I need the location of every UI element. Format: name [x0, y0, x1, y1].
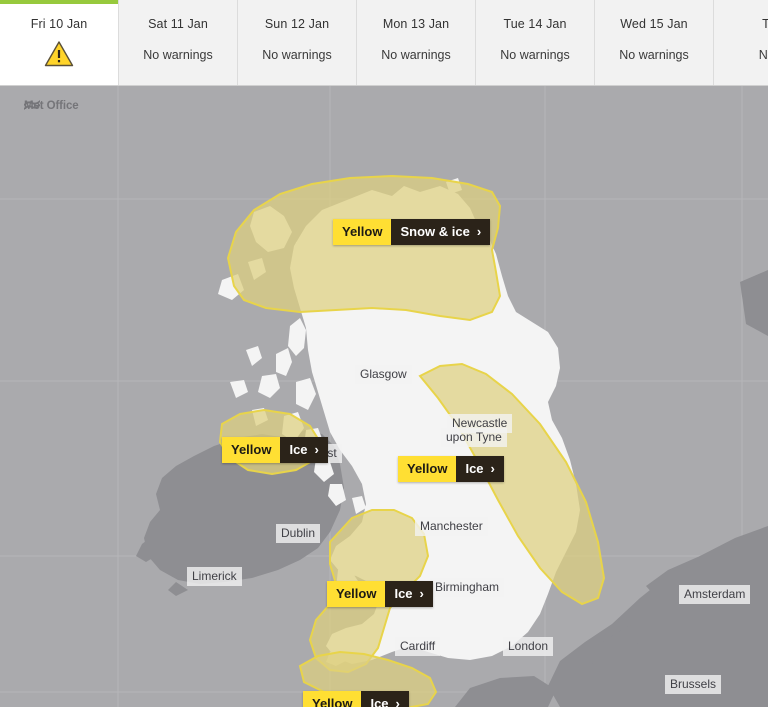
tab-day-2[interactable]: Sun 12 Jan No warnings	[238, 0, 357, 85]
warning-badge-ice-wales[interactable]: Yellow Ice ›	[327, 581, 433, 607]
tab-day-status: No warnings	[381, 48, 451, 62]
warning-badge-ice-northeast-england[interactable]: Yellow Ice ›	[398, 456, 504, 482]
chevron-right-icon: ›	[314, 442, 319, 457]
warning-type-label: Ice ›	[456, 456, 504, 482]
warning-badge-ice-southwest-england[interactable]: Yellow Ice ›	[303, 691, 409, 707]
tab-day-status: No warnings	[619, 48, 689, 62]
city-label-birmingham: Birmingham	[430, 578, 505, 597]
tab-day-status: No w	[758, 48, 768, 62]
city-label-limerick: Limerick	[187, 567, 242, 586]
warning-severity-label: Yellow	[222, 437, 281, 463]
city-label-amsterdam: Amsterdam	[679, 585, 751, 604]
warning-type-label: Snow & ice ›	[391, 219, 491, 245]
tab-day-label: Thu	[762, 17, 768, 31]
tab-day-1[interactable]: Sat 11 Jan No warnings	[119, 0, 238, 85]
warning-type-text: Ice	[394, 586, 413, 601]
tab-day-status: No warnings	[143, 48, 213, 62]
city-label-newcastle-upon-tyne: upon Tyne	[441, 428, 507, 447]
chevron-right-icon: ›	[476, 224, 482, 239]
tab-day-label: Mon 13 Jan	[382, 17, 450, 31]
city-label-manchester: Manchester	[415, 517, 488, 536]
warning-type-text: Ice	[465, 461, 484, 476]
tab-day-label: Sun 12 Jan	[264, 17, 330, 31]
met-office-logo: Met Office	[24, 100, 79, 112]
city-label-london: London	[503, 637, 554, 656]
warning-badge-snow-ice-scotland[interactable]: Yellow Snow & ice ›	[333, 219, 491, 245]
chevron-right-icon: ›	[490, 461, 495, 476]
tab-day-6[interactable]: Thu No w	[714, 0, 768, 85]
warning-severity-label: Yellow	[333, 219, 392, 245]
tab-day-3[interactable]: Mon 13 Jan No warnings	[357, 0, 476, 85]
tab-day-label: Wed 15 Jan	[620, 17, 688, 31]
tab-day-status: No warnings	[262, 48, 332, 62]
warning-type-label: Ice ›	[361, 691, 409, 707]
city-label-dublin: Dublin	[276, 524, 321, 543]
warning-severity-label: Yellow	[303, 691, 362, 707]
warning-type-text: Ice	[370, 696, 389, 707]
warning-type-label: Ice ›	[385, 581, 433, 607]
warning-badge-ice-northern-ireland[interactable]: Yellow Ice ›	[222, 437, 328, 463]
tab-day-5[interactable]: Wed 15 Jan No warnings	[595, 0, 714, 85]
weather-warnings-page: Fri 10 Jan Sat 11 Jan No warnings Sun 12…	[0, 0, 768, 707]
tab-day-status: No warnings	[500, 48, 570, 62]
city-label-brussels: Brussels	[665, 675, 722, 694]
warning-type-text: Snow & ice	[400, 224, 470, 239]
warning-severity-label: Yellow	[398, 456, 457, 482]
warning-type-text: Ice	[289, 442, 308, 457]
warning-triangle-icon	[44, 41, 74, 67]
city-label-cardiff: Cardiff	[395, 637, 441, 656]
tab-day-label: Sat 11 Jan	[148, 17, 208, 31]
tab-day-4[interactable]: Tue 14 Jan No warnings	[476, 0, 595, 85]
warning-type-label: Ice ›	[280, 437, 328, 463]
tab-day-0[interactable]: Fri 10 Jan	[0, 0, 119, 85]
tab-day-label: Fri 10 Jan	[30, 17, 88, 31]
chevron-right-icon: ›	[419, 586, 424, 601]
warnings-map[interactable]: Met Office Glasgow Newcastle upon Tyne B…	[0, 86, 768, 707]
map-canvas	[0, 86, 768, 707]
chevron-right-icon: ›	[395, 696, 400, 707]
tab-day-label: Tue 14 Jan	[503, 17, 567, 31]
met-office-waves-icon	[24, 100, 40, 110]
city-label-glasgow: Glasgow	[355, 365, 412, 384]
warning-severity-label: Yellow	[327, 581, 386, 607]
forecast-day-tabs: Fri 10 Jan Sat 11 Jan No warnings Sun 12…	[0, 0, 768, 86]
